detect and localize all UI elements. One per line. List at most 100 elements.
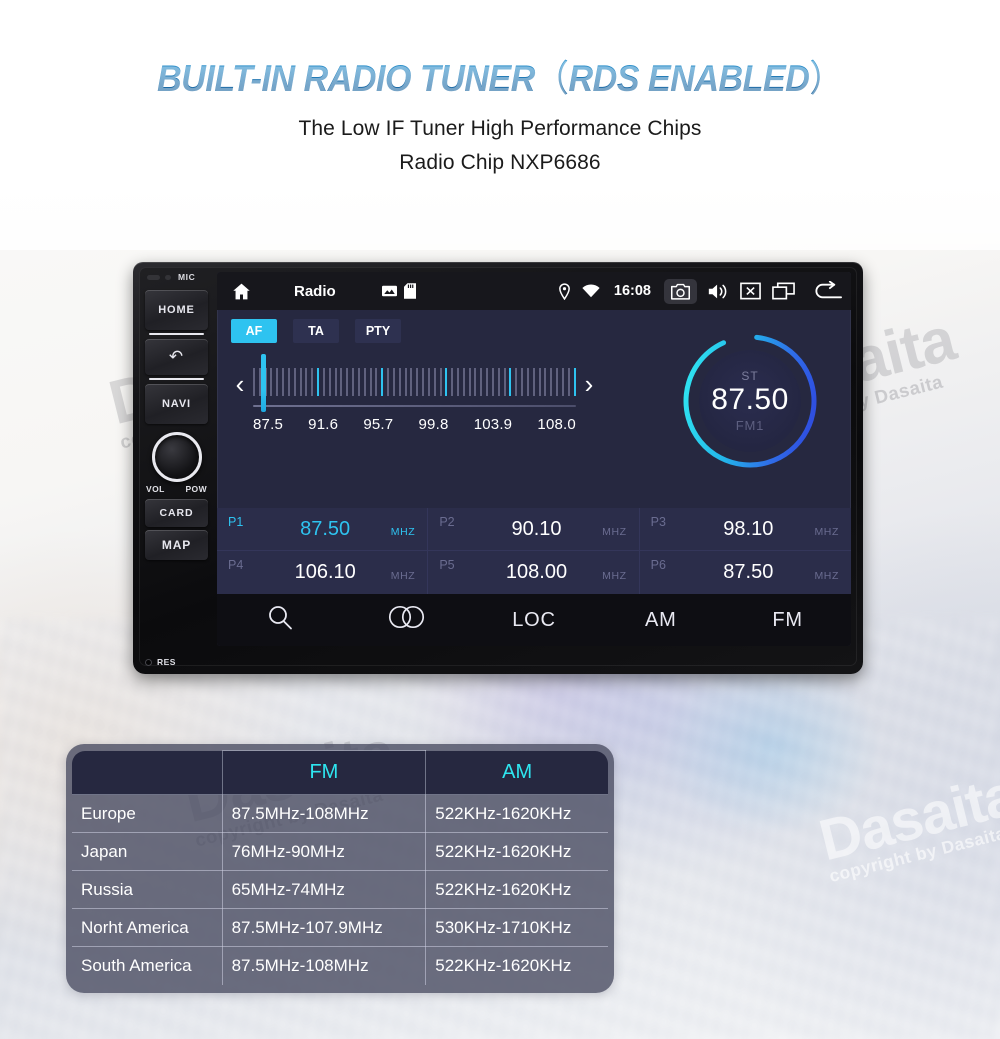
tune-up-button[interactable]: ›	[576, 371, 602, 397]
tick-mark	[462, 368, 465, 396]
tick-mark	[328, 368, 331, 396]
tick-mark	[561, 368, 564, 396]
scale-label: 87.5	[253, 416, 283, 433]
tick-mark	[445, 368, 448, 396]
navi-hardware-button[interactable]: NAVI	[145, 384, 208, 424]
tick-mark	[550, 368, 553, 396]
tick-mark	[486, 368, 489, 396]
tick-mark	[392, 368, 395, 396]
scale-label: 95.7	[363, 416, 394, 433]
close-box-icon[interactable]	[740, 282, 761, 300]
rds-ta-button[interactable]: TA	[293, 319, 339, 343]
camera-icon[interactable]	[664, 278, 697, 304]
stereo-button[interactable]	[344, 605, 471, 635]
preset-button[interactable]: P4 106.10 MHZ	[217, 551, 429, 594]
cell-fm: 87.5MHz-108MHz	[221, 946, 427, 985]
sd-card-icon	[403, 283, 416, 299]
home-hardware-button[interactable]: HOME	[145, 290, 208, 330]
radio-toolbar: LOC AM FM	[217, 594, 851, 646]
cell-region: Norht America	[72, 908, 223, 947]
tick-mark	[497, 368, 500, 396]
cell-am: 522KHz-1620KHz	[425, 870, 608, 909]
cell-am: 530KHz-1710KHz	[425, 908, 608, 947]
recents-icon[interactable]	[772, 282, 795, 300]
tick-mark	[456, 368, 459, 396]
preset-slot-label: P3	[650, 515, 666, 529]
am-band-button[interactable]: AM	[597, 609, 724, 632]
table-row: Europe 87.5MHz-108MHz 522KHz-1620KHz	[72, 794, 608, 833]
cell-region: Russia	[72, 870, 223, 909]
tick-mark	[416, 368, 419, 396]
band-indicator: FM1	[735, 417, 765, 433]
preset-unit: MHZ	[602, 570, 627, 582]
frequency-ticks[interactable]	[253, 354, 576, 412]
volume-power-knob[interactable]	[151, 432, 202, 482]
tick-mark	[526, 368, 529, 396]
divider	[149, 333, 204, 335]
table-row: Russia 65MHz-74MHz 522KHz-1620KHz	[72, 870, 608, 909]
tick-mark	[468, 368, 471, 396]
volume-knob-wrap	[145, 432, 208, 482]
volume-icon[interactable]	[707, 282, 729, 301]
tick-mark	[375, 368, 378, 396]
page-title: BUILT-IN RADIO TUNER（RDS ENABLED）	[40, 48, 960, 102]
table-header-am: AM	[425, 750, 608, 795]
home-icon[interactable]	[231, 281, 252, 302]
search-button[interactable]	[217, 604, 344, 636]
mic-slot-icon	[165, 274, 171, 280]
tick-mark	[282, 368, 285, 396]
back-hardware-button[interactable]: ↶	[145, 339, 208, 375]
preset-button[interactable]: P3 98.10 MHZ	[639, 508, 851, 551]
cell-fm: 65MHz-74MHz	[221, 870, 427, 909]
preset-button[interactable]: P1 87.50 MHZ	[217, 508, 429, 551]
preset-unit: MHZ	[390, 526, 416, 538]
tick-mark	[253, 368, 255, 396]
tick-mark	[363, 368, 366, 396]
hardware-button-panel: MIC HOME ↶ NAVI VOL POW CARD MAP	[145, 270, 208, 646]
tick-mark	[422, 368, 425, 396]
preset-unit: MHZ	[602, 526, 627, 538]
preset-slot-label: P4	[228, 558, 244, 572]
tick-mark	[439, 368, 442, 396]
preset-button[interactable]: P2 90.10 MHZ	[428, 508, 640, 551]
preset-slot-label: P2	[439, 515, 455, 529]
rds-button-row: AF TA PTY	[231, 319, 401, 343]
search-icon	[267, 604, 293, 636]
map-hardware-button[interactable]: MAP	[145, 530, 208, 560]
fm-band-button[interactable]: FM	[724, 609, 851, 632]
frequency-dial[interactable]: ST 87.50 FM1	[675, 326, 825, 476]
preset-button[interactable]: P5 108.00 MHZ	[428, 551, 640, 594]
card-hardware-button[interactable]: CARD	[145, 499, 208, 527]
preset-slot-label: P6	[650, 558, 666, 572]
cell-fm: 87.5MHz-108MHz	[221, 794, 427, 833]
cell-region: South America	[72, 946, 223, 985]
screen-title: Radio	[294, 282, 336, 300]
tick-mark	[334, 368, 337, 396]
back-arrow-icon[interactable]	[812, 281, 843, 301]
tuner-scale-area: ‹ › 87.5 91.6 95.7 99.8 103.9 108.0	[227, 354, 602, 433]
tick-mark	[276, 368, 279, 396]
status-bar-mini-icons	[381, 283, 416, 299]
rds-af-button[interactable]: AF	[231, 319, 277, 343]
rds-pty-button[interactable]: PTY	[355, 319, 401, 343]
tick-mark	[340, 368, 343, 396]
cell-fm: 87.5MHz-107.9MHz	[221, 908, 427, 947]
knob-pow-label: POW	[185, 484, 207, 494]
knob-vol-label: VOL	[146, 484, 165, 494]
tune-down-button[interactable]: ‹	[227, 371, 253, 397]
tick-mark	[544, 368, 547, 396]
tick-mark	[270, 368, 273, 396]
divider	[149, 378, 204, 380]
tick-mark	[538, 368, 541, 396]
current-frequency: 87.50	[711, 383, 789, 417]
scale-baseline	[253, 405, 576, 407]
tick-mark	[567, 368, 570, 396]
tick-mark	[322, 368, 325, 396]
reset-pinhole-icon[interactable]	[145, 658, 152, 666]
preset-unit: MHZ	[814, 570, 839, 582]
status-bar-right: 16:08	[558, 278, 843, 304]
preset-button[interactable]: P6 87.50 MHZ	[640, 551, 851, 594]
frequency-cursor[interactable]	[261, 354, 266, 412]
reset-label: RES	[157, 657, 176, 667]
loc-button[interactable]: LOC	[471, 609, 598, 632]
